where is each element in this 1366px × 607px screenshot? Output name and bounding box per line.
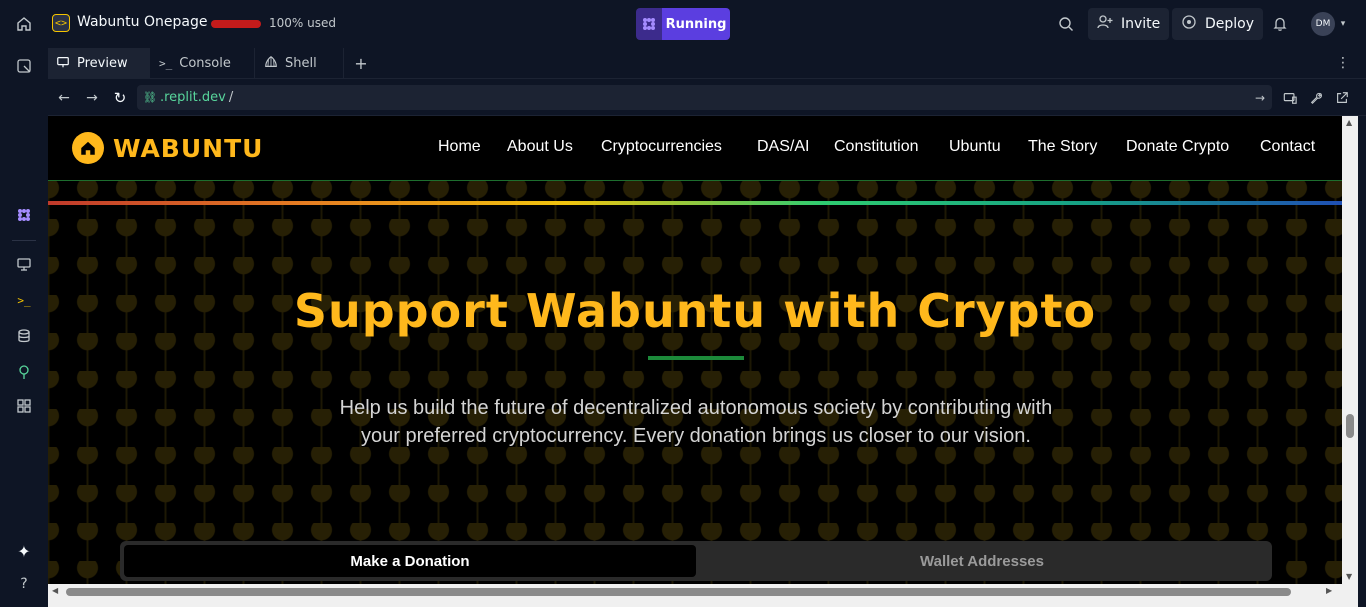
nav-constitution[interactable]: Constitution	[834, 138, 919, 156]
link-icon: ⛓	[143, 91, 157, 104]
right-gutter	[1358, 116, 1366, 607]
nav-cryptocurrencies[interactable]: Cryptocurrencies	[601, 138, 722, 156]
usage-bar	[211, 20, 261, 28]
scroll-right-icon[interactable]: ▶	[1326, 586, 1332, 595]
horizontal-scrollbar[interactable]: ◀ ▶	[48, 584, 1358, 607]
devices-icon[interactable]	[1280, 86, 1300, 110]
nav-the-story[interactable]: The Story	[1028, 138, 1097, 156]
nav-ubuntu[interactable]: Ubuntu	[949, 138, 1001, 156]
monitor-icon	[56, 55, 70, 73]
scroll-left-icon[interactable]: ◀	[52, 586, 58, 595]
url-host: .replit.dev	[159, 90, 226, 105]
tab-label: Preview	[77, 56, 128, 71]
usage-text: 100% used	[269, 16, 336, 30]
preview-url-bar: ← → ↻ ⛓ .replit.dev / →	[48, 80, 1366, 116]
run-control[interactable]: Running	[636, 8, 730, 40]
reload-icon[interactable]: ↻	[110, 86, 130, 110]
rainbow-divider	[48, 201, 1342, 205]
sparkle-icon[interactable]: ✦	[12, 539, 36, 563]
tab-make-donation[interactable]: Make a Donation	[124, 545, 696, 577]
hero-title: Support Wabuntu with Crypto	[293, 284, 1097, 338]
nav-das-ai[interactable]: DAS/AI	[757, 138, 809, 156]
agent-icon[interactable]	[636, 8, 662, 40]
site-navbar: WABUNTU Home About Us Cryptocurrencies D…	[48, 116, 1342, 181]
website-preview: WABUNTU Home About Us Cryptocurrencies D…	[48, 116, 1342, 584]
help-icon[interactable]: ?	[12, 572, 36, 596]
bell-icon[interactable]	[1268, 12, 1292, 36]
add-user-icon	[1097, 14, 1113, 34]
search-icon[interactable]	[1054, 12, 1078, 36]
tab-preview[interactable]: Preview	[48, 48, 150, 79]
wrench-icon[interactable]	[1306, 86, 1326, 110]
background-pattern	[48, 181, 1342, 584]
chevron-down-icon[interactable]: ▾	[1337, 18, 1349, 30]
agent-tool-icon[interactable]	[12, 203, 36, 227]
home-icon[interactable]	[12, 12, 36, 36]
all-tools-icon[interactable]	[12, 394, 36, 418]
more-options-icon[interactable]: ⋮	[1332, 52, 1354, 74]
invite-button[interactable]: Invite	[1088, 8, 1170, 40]
deploy-icon	[1181, 14, 1197, 34]
running-button[interactable]: Running	[662, 8, 730, 40]
add-tab-icon[interactable]: +	[350, 52, 372, 74]
url-field[interactable]: ⛓ .replit.dev /	[137, 85, 1272, 110]
url-path: /	[228, 90, 234, 105]
usage-bar-fill	[211, 20, 261, 28]
tab-console[interactable]: >_ Console	[151, 48, 255, 79]
scroll-down-icon[interactable]: ▼	[1346, 572, 1352, 581]
file-tree-icon[interactable]	[12, 54, 36, 78]
deploy-button[interactable]: Deploy	[1172, 8, 1264, 40]
tab-label: Console	[179, 56, 231, 71]
database-icon[interactable]	[12, 324, 36, 348]
tab-label: Shell	[285, 56, 317, 71]
top-bar: <> Wabuntu Onepage 100% used Running Inv…	[0, 0, 1366, 48]
deploy-label: Deploy	[1205, 16, 1255, 32]
terminal-icon: >_	[159, 57, 173, 70]
deploy-tool-icon[interactable]	[12, 360, 36, 384]
terminal-icon[interactable]: >_	[12, 288, 36, 312]
open-external-icon[interactable]	[1332, 86, 1352, 110]
logo-home-icon[interactable]	[72, 132, 104, 164]
nav-contact[interactable]: Contact	[1260, 138, 1315, 156]
site-logo-text[interactable]: WABUNTU	[113, 134, 263, 163]
shell-icon	[264, 55, 278, 73]
hero-subtitle: Help us build the future of decentralize…	[339, 397, 1053, 447]
donation-tabs: Make a Donation Wallet Addresses	[120, 541, 1272, 581]
vertical-scrollbar[interactable]: ▲ ▼	[1342, 116, 1358, 584]
forward-icon[interactable]: →	[82, 86, 102, 110]
nav-home[interactable]: Home	[438, 138, 481, 156]
nav-donate-crypto[interactable]: Donate Crypto	[1126, 138, 1229, 156]
tab-wallet-addresses[interactable]: Wallet Addresses	[696, 545, 1268, 577]
back-icon[interactable]: ←	[54, 86, 74, 110]
repl-language-icon: <>	[52, 14, 70, 32]
vertical-scroll-thumb[interactable]	[1346, 414, 1354, 438]
divider	[12, 240, 36, 241]
invite-label: Invite	[1121, 16, 1161, 32]
hero-underline	[648, 356, 744, 360]
repl-name[interactable]: Wabuntu Onepage	[77, 14, 207, 30]
nav-about-us[interactable]: About Us	[507, 138, 573, 156]
left-toolbar: >_ ✦ ?	[0, 48, 48, 607]
horizontal-scroll-thumb[interactable]	[66, 588, 1291, 596]
go-icon[interactable]: →	[1250, 86, 1270, 110]
monitor-icon[interactable]	[12, 252, 36, 276]
pane-tabs: Preview >_ Console Shell + ⋮	[48, 48, 1366, 79]
scroll-up-icon[interactable]: ▲	[1346, 118, 1352, 127]
tab-shell[interactable]: Shell	[256, 48, 344, 79]
avatar[interactable]: DM	[1311, 12, 1335, 36]
